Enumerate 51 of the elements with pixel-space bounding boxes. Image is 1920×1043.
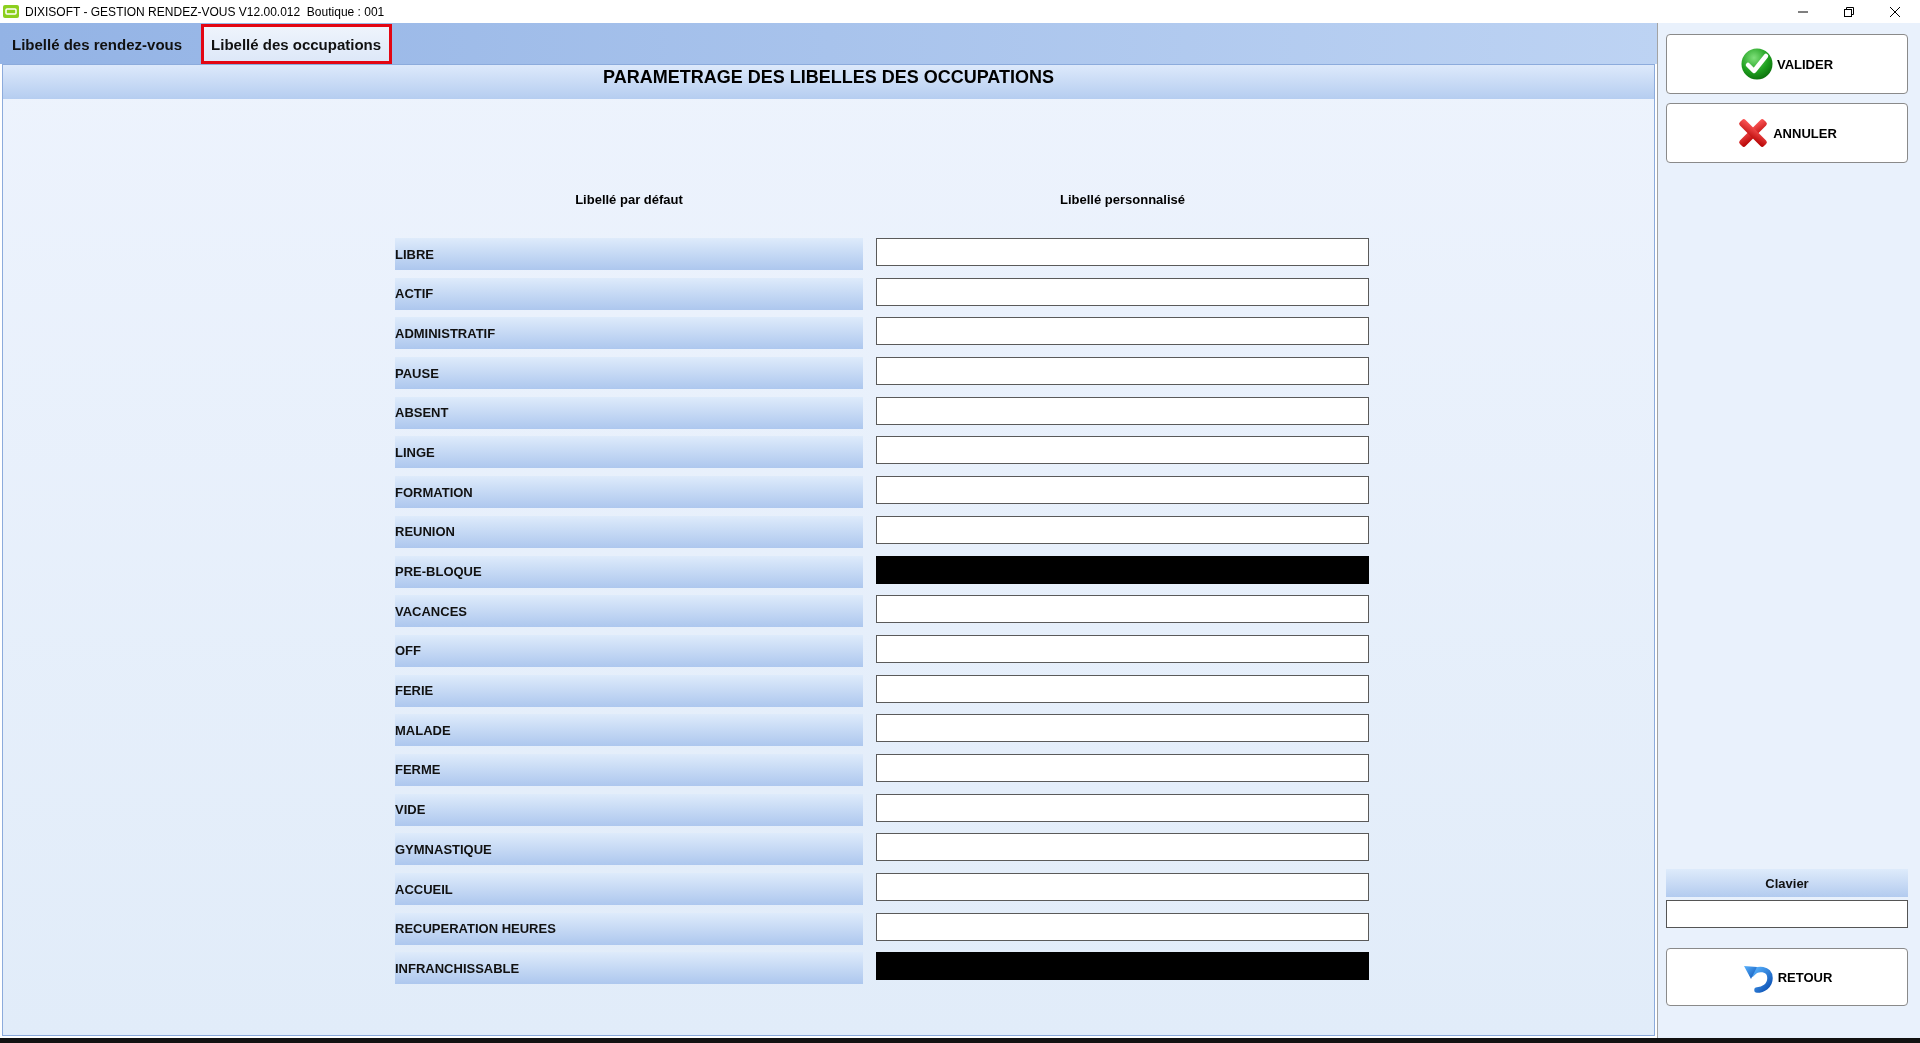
row-label: PRE-BLOQUE bbox=[395, 555, 863, 588]
row-label: OFF bbox=[395, 634, 863, 667]
row-label: ACTIF bbox=[395, 277, 863, 310]
row-label: FERIE bbox=[395, 674, 863, 707]
window-title: DIXISOFT - GESTION RENDEZ-VOUS V12.00.012 Boutique : 001 bbox=[25, 4, 385, 19]
input-field[interactable] bbox=[876, 793, 1369, 822]
restore-icon[interactable] bbox=[1844, 6, 1854, 17]
keyboard-input[interactable] bbox=[1666, 900, 1908, 928]
column-heading: Libellé par défaut bbox=[575, 192, 683, 208]
input-field[interactable] bbox=[876, 436, 1369, 465]
row-label: ACCUEIL bbox=[395, 873, 863, 905]
input-field[interactable] bbox=[876, 714, 1369, 743]
row-label: INFRANCHISSABLE bbox=[395, 952, 863, 985]
tab[interactable]: Libellé des rendez-vous bbox=[2, 24, 194, 64]
input-field[interactable] bbox=[876, 912, 1369, 941]
input-field[interactable] bbox=[876, 595, 1369, 624]
input-field[interactable] bbox=[876, 634, 1369, 663]
input-field[interactable] bbox=[876, 674, 1369, 703]
row-label: GYMNASTIQUE bbox=[395, 833, 863, 866]
input-field[interactable] bbox=[876, 833, 1369, 862]
input-field[interactable] bbox=[876, 277, 1369, 306]
input-field[interactable] bbox=[876, 515, 1369, 544]
input-field[interactable] bbox=[876, 753, 1369, 782]
row-label: FERME bbox=[395, 753, 863, 786]
row-label: FORMATION bbox=[395, 476, 863, 509]
app-icon bbox=[3, 5, 19, 18]
input-field[interactable] bbox=[876, 238, 1369, 266]
input-field[interactable] bbox=[876, 396, 1369, 425]
input-field[interactable] bbox=[876, 476, 1369, 505]
row-label: MALADE bbox=[395, 714, 863, 747]
column-heading: Libellé personnalisé bbox=[1060, 192, 1185, 208]
input-field[interactable] bbox=[876, 873, 1369, 901]
tab[interactable]: Libellé des occupations bbox=[201, 24, 393, 64]
back-button[interactable]: RETOUR bbox=[1666, 948, 1908, 1006]
input-field[interactable] bbox=[876, 317, 1369, 346]
row-label: VACANCES bbox=[395, 595, 863, 628]
row-label: REUNION bbox=[395, 515, 863, 548]
row-label: RECUPERATION HEURES bbox=[395, 912, 863, 945]
panel-title: PARAMETRAGE DES LIBELLES DES OCCUPATIONS bbox=[603, 67, 1054, 88]
row-label: VIDE bbox=[395, 793, 863, 826]
row-label: PAUSE bbox=[395, 357, 863, 390]
input-field[interactable] bbox=[876, 357, 1369, 386]
cancel-button[interactable]: ANNULER bbox=[1666, 103, 1908, 163]
row-label: ADMINISTRATIF bbox=[395, 317, 863, 350]
keyboard-label: Clavier bbox=[1765, 875, 1809, 891]
row-label: LIBRE bbox=[395, 238, 863, 270]
check-icon bbox=[1740, 48, 1773, 80]
row-label: ABSENT bbox=[395, 396, 863, 429]
confirm-button[interactable]: VALIDER bbox=[1666, 34, 1908, 94]
row-label: LINGE bbox=[395, 436, 863, 469]
close-icon[interactable] bbox=[1890, 6, 1900, 17]
